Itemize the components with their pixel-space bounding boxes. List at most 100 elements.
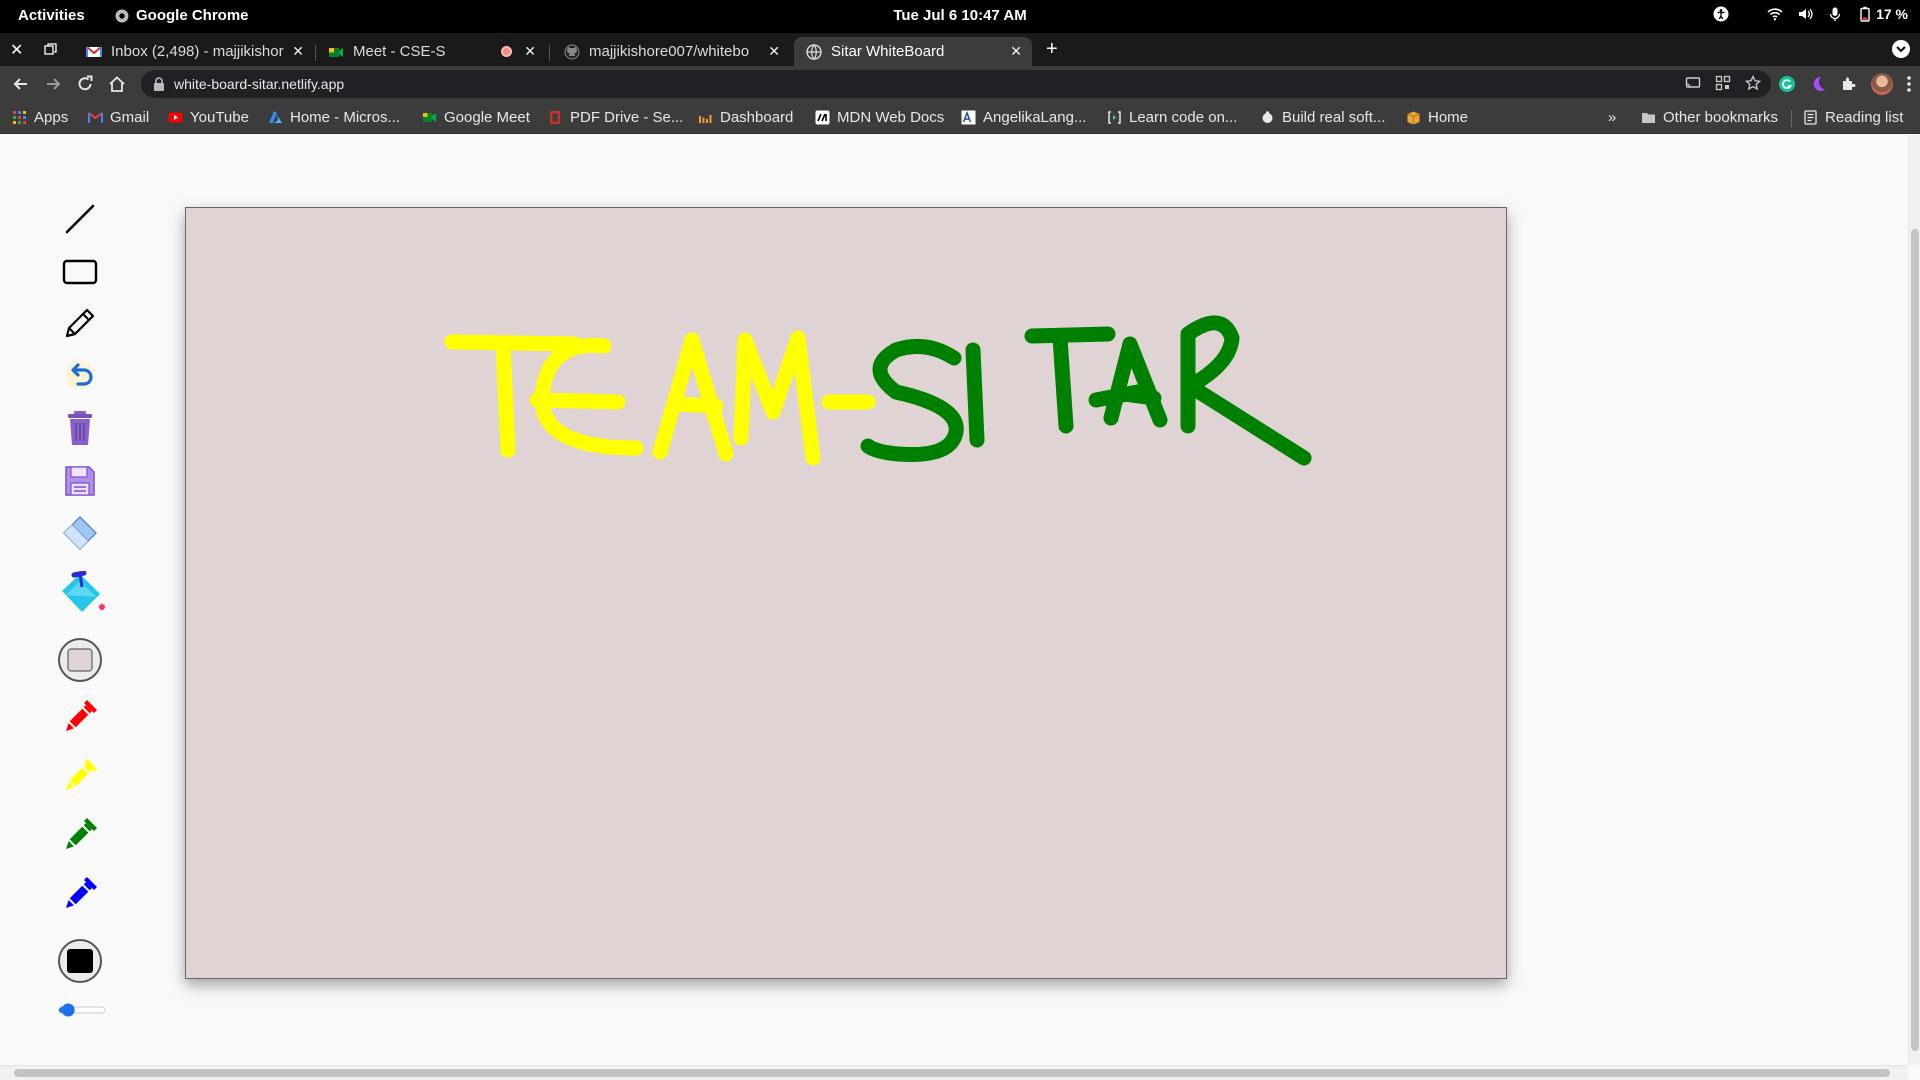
tab-sitar-whiteboard[interactable]: Sitar WhiteBoard ✕: [794, 37, 1032, 66]
bookmark-mdn[interactable]: MDN Web Docs: [815, 109, 944, 126]
activities-button[interactable]: Activities: [18, 7, 85, 24]
bookmark-learn-code[interactable]: Learn code on...: [1107, 109, 1237, 126]
tab-github[interactable]: majjikishore007/whitebo ✕: [552, 37, 790, 66]
green-pen-icon: [66, 818, 97, 849]
rectangle-icon: [62, 259, 98, 285]
pen-yellow-button[interactable]: [60, 756, 100, 796]
rectangle-tool-button[interactable]: [60, 252, 100, 292]
paint-bucket-icon: [62, 571, 105, 612]
tab-meet[interactable]: Meet - CSE-S ✕: [316, 37, 546, 66]
grammarly-icon[interactable]: [1778, 75, 1796, 93]
microphone-icon: [1829, 7, 1841, 21]
youtube-icon: [168, 112, 183, 123]
bookmark-apps[interactable]: Apps: [12, 109, 68, 126]
url-text[interactable]: white-board-sitar.netlify.app: [174, 76, 344, 92]
pen-red-button[interactable]: [60, 697, 100, 737]
qr-code-icon[interactable]: [1715, 75, 1731, 91]
bookmark-youtube[interactable]: YouTube: [168, 109, 249, 126]
other-bookmarks-folder[interactable]: Other bookmarks: [1641, 109, 1778, 126]
line-icon: [65, 204, 95, 234]
horizontal-scroll-thumb[interactable]: [14, 1069, 1890, 1077]
bookmark-label: Reading list: [1825, 109, 1904, 126]
bookmarks-bar: Apps Gmail YouTube Home - Micros... Goog…: [0, 102, 1920, 134]
bookmark-label: Learn code on...: [1129, 109, 1238, 126]
stroke-width-slider-track: [58, 1003, 106, 1017]
bookmark-gmail[interactable]: Gmail: [88, 109, 149, 126]
background-color-button[interactable]: [57, 637, 103, 683]
build-icon: [1262, 111, 1273, 123]
github-icon: [564, 44, 580, 59]
dark-mode-moon-icon[interactable]: [1809, 75, 1827, 93]
fill-bucket-tool-button[interactable]: [58, 569, 108, 619]
wifi-icon: [1767, 8, 1783, 21]
tab-gmail[interactable]: Inbox (2,498) - majjikishor ✕: [74, 37, 314, 66]
save-button[interactable]: [60, 461, 100, 501]
bookmark-azure-home[interactable]: Home - Micros...: [268, 109, 400, 126]
lock-icon[interactable]: [153, 77, 165, 91]
pen-color-picker-button[interactable]: [57, 938, 103, 984]
angelika-icon: [961, 110, 976, 125]
tab-close-icon[interactable]: ✕: [524, 43, 536, 60]
drawing-canvas[interactable]: [185, 207, 1507, 979]
system-tray[interactable]: 17 %: [1713, 6, 1908, 22]
bookmark-home[interactable]: Home: [1406, 109, 1468, 126]
gmail-icon: [86, 45, 102, 57]
red-pen-icon: [66, 700, 97, 731]
reading-list-icon: [1804, 110, 1817, 125]
clock[interactable]: Tue Jul 6 10:47 AM: [893, 7, 1026, 24]
bookmarks-overflow-button[interactable]: »: [1608, 109, 1616, 126]
extensions-puzzle-icon[interactable]: [1840, 75, 1858, 93]
reading-list-button[interactable]: Reading list: [1803, 109, 1903, 126]
apps-grid-icon: [13, 111, 26, 124]
pen-blue-button[interactable]: [60, 874, 100, 914]
meet-icon: [329, 47, 343, 57]
clear-canvas-button[interactable]: [60, 408, 100, 448]
bookmark-google-meet[interactable]: Google Meet: [422, 109, 530, 126]
forward-icon[interactable]: [43, 74, 63, 94]
undo-button[interactable]: [60, 355, 100, 395]
pencil-tool-button[interactable]: [60, 303, 100, 343]
cast-icon[interactable]: [1685, 75, 1701, 91]
canvas-drawing: [444, 315, 1312, 466]
mdn-icon: [815, 110, 830, 125]
tab-close-icon[interactable]: ✕: [768, 43, 780, 60]
close-window-icon[interactable]: ✕: [10, 40, 23, 60]
horizontal-scrollbar[interactable]: [0, 1065, 1908, 1080]
vertical-scrollbar[interactable]: [1908, 135, 1920, 1065]
profile-avatar[interactable]: [1871, 73, 1893, 95]
chevron-double-right-icon: »: [1608, 109, 1617, 126]
tab-title: Meet - CSE-S: [353, 43, 446, 60]
bookmark-build-real-software[interactable]: Build real soft...: [1260, 109, 1385, 126]
bookmark-label: Home: [1428, 109, 1469, 126]
tab-search-icon[interactable]: [1892, 40, 1910, 58]
battery-icon: [1860, 6, 1870, 22]
tab-close-icon[interactable]: ✕: [1010, 43, 1022, 60]
home-icon[interactable]: [107, 74, 127, 94]
background-color-swatch: [58, 638, 102, 682]
new-tab-button[interactable]: +: [1046, 38, 1058, 61]
address-bar[interactable]: white-board-sitar.netlify.app: [141, 70, 1771, 98]
tab-close-icon[interactable]: ✕: [292, 43, 304, 60]
eraser-tool-button[interactable]: [60, 513, 100, 553]
volume-icon: [1799, 8, 1813, 20]
globe-icon: [806, 43, 822, 60]
whiteboard-page: [0, 135, 1920, 1080]
chrome-menu-icon[interactable]: [1906, 75, 1912, 93]
app-menu[interactable]: Google Chrome: [115, 7, 249, 24]
line-tool-button[interactable]: [60, 199, 100, 239]
bookmark-angelika[interactable]: AngelikaLang...: [961, 109, 1086, 126]
stroke-width-slider[interactable]: [57, 1001, 107, 1019]
restore-window-icon[interactable]: [44, 43, 57, 56]
vertical-scroll-thumb[interactable]: [1911, 229, 1919, 1051]
pdf-drive-icon: [550, 111, 560, 124]
code-icon: [1108, 111, 1121, 124]
bookmark-star-icon[interactable]: [1745, 75, 1761, 91]
bookmark-label: MDN Web Docs: [837, 109, 945, 126]
bookmark-label: AngelikaLang...: [983, 109, 1087, 126]
bookmark-dashboard[interactable]: Dashboard: [698, 109, 793, 126]
bookmark-pdf-drive[interactable]: PDF Drive - Se...: [548, 109, 683, 126]
back-icon[interactable]: [11, 74, 31, 94]
pen-green-button[interactable]: [60, 815, 100, 855]
reload-icon[interactable]: [75, 74, 95, 94]
app-name: Google Chrome: [136, 7, 249, 24]
